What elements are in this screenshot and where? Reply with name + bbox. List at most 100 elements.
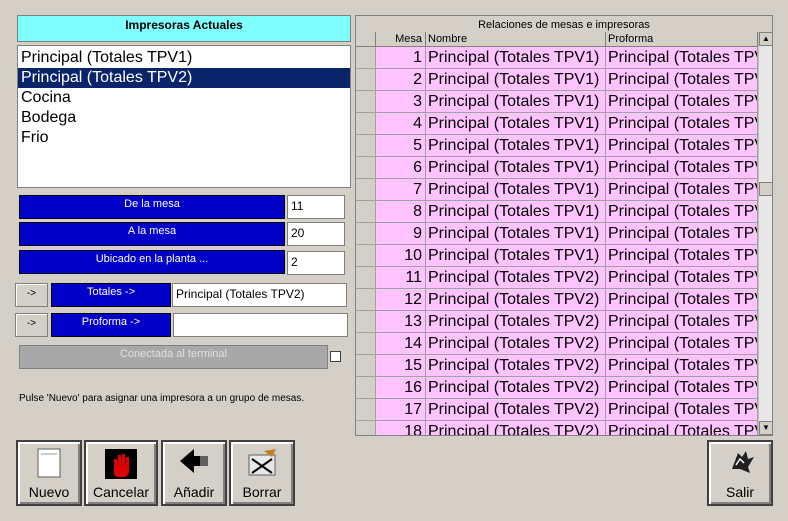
cell-mesa[interactable]: 3	[376, 91, 426, 113]
cell-nombre[interactable]: Principal (Totales TPV1)	[426, 47, 606, 69]
table-row[interactable]: 10 Principal (Totales TPV1) Principal (Tot…	[356, 245, 758, 267]
cell-proforma[interactable]: Principal (Totales TPV	[606, 245, 758, 267]
cell-nombre[interactable]: Principal (Totales TPV2)	[426, 355, 606, 377]
row-indicator[interactable]	[356, 135, 376, 157]
scroll-up-icon[interactable]: ▲	[759, 32, 772, 46]
cell-mesa[interactable]: 10	[376, 245, 426, 267]
table-row[interactable]: 1 Principal (Totales TPV1) Principal (Tota…	[356, 47, 758, 69]
row-indicator[interactable]	[356, 289, 376, 311]
table-row[interactable]: 16 Principal (Totales TPV2) Principal (Tot…	[356, 377, 758, 399]
totales-field[interactable]: Principal (Totales TPV2)	[172, 283, 347, 307]
table-row[interactable]: 14 Principal (Totales TPV2) Principal (Tot…	[356, 333, 758, 355]
printers-list[interactable]: Principal (Totales TPV1) Principal (Total…	[17, 45, 351, 188]
a-la-mesa-field[interactable]: 20	[287, 222, 345, 246]
row-indicator[interactable]	[356, 91, 376, 113]
row-indicator[interactable]	[356, 69, 376, 91]
cell-proforma[interactable]: Principal (Totales TPV	[606, 355, 758, 377]
row-indicator[interactable]	[356, 421, 376, 435]
row-indicator[interactable]	[356, 311, 376, 333]
cell-nombre[interactable]: Principal (Totales TPV2)	[426, 311, 606, 333]
cell-proforma[interactable]: Principal (Totales TPV	[606, 289, 758, 311]
row-indicator[interactable]	[356, 223, 376, 245]
printer-list-item[interactable]: Bodega	[18, 108, 350, 128]
printer-list-item[interactable]: Cocina	[18, 88, 350, 108]
planta-field[interactable]: 2	[287, 251, 345, 275]
cell-mesa[interactable]: 16	[376, 377, 426, 399]
cell-nombre[interactable]: Principal (Totales TPV1)	[426, 245, 606, 267]
cell-mesa[interactable]: 4	[376, 113, 426, 135]
cell-proforma[interactable]: Principal (Totales TPV	[606, 113, 758, 135]
cell-nombre[interactable]: Principal (Totales TPV1)	[426, 91, 606, 113]
row-indicator[interactable]	[356, 179, 376, 201]
cell-proforma[interactable]: Principal (Totales TPV	[606, 201, 758, 223]
cell-nombre[interactable]: Principal (Totales TPV2)	[426, 399, 606, 421]
totales-button[interactable]: Totales ->	[51, 283, 171, 307]
nuevo-button[interactable]: Nuevo	[16, 440, 82, 506]
row-indicator[interactable]	[356, 377, 376, 399]
cell-nombre[interactable]: Principal (Totales TPV1)	[426, 179, 606, 201]
cell-mesa[interactable]: 14	[376, 333, 426, 355]
cell-mesa[interactable]: 9	[376, 223, 426, 245]
table-row[interactable]: 5 Principal (Totales TPV1) Principal (Tota…	[356, 135, 758, 157]
proforma-field[interactable]	[173, 313, 348, 337]
table-row[interactable]: 15 Principal (Totales TPV2) Principal (Tot…	[356, 355, 758, 377]
cell-nombre[interactable]: Principal (Totales TPV2)	[426, 377, 606, 399]
table-row[interactable]: 6 Principal (Totales TPV1) Principal (Tota…	[356, 157, 758, 179]
header-mesa[interactable]: Mesa	[376, 32, 426, 47]
cell-nombre[interactable]: Principal (Totales TPV1)	[426, 113, 606, 135]
cell-proforma[interactable]: Principal (Totales TPV	[606, 91, 758, 113]
cell-proforma[interactable]: Principal (Totales TPV	[606, 69, 758, 91]
proforma-arrow-button[interactable]: ->	[15, 313, 48, 337]
de-la-mesa-field[interactable]: 11	[287, 195, 345, 219]
row-indicator[interactable]	[356, 201, 376, 223]
cell-proforma[interactable]: Principal (Totales TPV	[606, 135, 758, 157]
table-row[interactable]: 17 Principal (Totales TPV2) Principal (Tot…	[356, 399, 758, 421]
cell-mesa[interactable]: 6	[376, 157, 426, 179]
cell-proforma[interactable]: Principal (Totales TPV	[606, 333, 758, 355]
cell-mesa[interactable]: 1	[376, 47, 426, 69]
row-indicator[interactable]	[356, 157, 376, 179]
cell-proforma[interactable]: Principal (Totales TPV	[606, 267, 758, 289]
table-row[interactable]: 18 Principal (Totales TPV2) Principal (Tot…	[356, 421, 758, 435]
cell-proforma[interactable]: Principal (Totales TPV	[606, 223, 758, 245]
grid-scrollbar[interactable]: ▲ ▼	[758, 32, 772, 435]
mesas-impresoras-grid[interactable]: Relaciones de mesas e impresoras Mesa No…	[355, 15, 773, 436]
table-row[interactable]: 11 Principal (Totales TPV2) Principal (Tot…	[356, 267, 758, 289]
scroll-thumb[interactable]	[759, 182, 772, 196]
table-row[interactable]: 3 Principal (Totales TPV1) Principal (Tota…	[356, 91, 758, 113]
totales-arrow-button[interactable]: ->	[15, 283, 48, 307]
cell-proforma[interactable]: Principal (Totales TPV	[606, 421, 758, 435]
cell-nombre[interactable]: Principal (Totales TPV1)	[426, 201, 606, 223]
row-indicator[interactable]	[356, 245, 376, 267]
proforma-button[interactable]: Proforma ->	[51, 313, 171, 337]
row-indicator[interactable]	[356, 47, 376, 69]
table-row[interactable]: 8 Principal (Totales TPV1) Principal (Tota…	[356, 201, 758, 223]
cell-mesa[interactable]: 5	[376, 135, 426, 157]
cell-mesa[interactable]: 15	[376, 355, 426, 377]
header-nombre[interactable]: Nombre	[426, 32, 606, 47]
cell-nombre[interactable]: Principal (Totales TPV1)	[426, 69, 606, 91]
cell-proforma[interactable]: Principal (Totales TPV	[606, 311, 758, 333]
cell-nombre[interactable]: Principal (Totales TPV2)	[426, 267, 606, 289]
table-row[interactable]: 9 Principal (Totales TPV1) Principal (Tota…	[356, 223, 758, 245]
cancelar-button[interactable]: Cancelar	[84, 440, 158, 506]
cell-mesa[interactable]: 2	[376, 69, 426, 91]
cell-mesa[interactable]: 18	[376, 421, 426, 435]
cell-proforma[interactable]: Principal (Totales TPV	[606, 157, 758, 179]
printer-list-item[interactable]: Principal (Totales TPV1)	[18, 48, 350, 68]
cell-nombre[interactable]: Principal (Totales TPV2)	[426, 421, 606, 435]
table-row[interactable]: 7 Principal (Totales TPV1) Principal (Tota…	[356, 179, 758, 201]
cell-nombre[interactable]: Principal (Totales TPV1)	[426, 135, 606, 157]
borrar-button[interactable]: Borrar	[229, 440, 295, 506]
cell-mesa[interactable]: 7	[376, 179, 426, 201]
row-indicator[interactable]	[356, 399, 376, 421]
cell-mesa[interactable]: 12	[376, 289, 426, 311]
cell-nombre[interactable]: Principal (Totales TPV1)	[426, 223, 606, 245]
printer-list-item[interactable]: Frio	[18, 128, 350, 148]
row-indicator[interactable]	[356, 113, 376, 135]
cell-nombre[interactable]: Principal (Totales TPV1)	[426, 157, 606, 179]
cell-mesa[interactable]: 17	[376, 399, 426, 421]
header-proforma[interactable]: Proforma	[606, 32, 758, 47]
cell-proforma[interactable]: Principal (Totales TPV	[606, 399, 758, 421]
printer-list-item[interactable]: Principal (Totales TPV2)	[18, 68, 350, 88]
